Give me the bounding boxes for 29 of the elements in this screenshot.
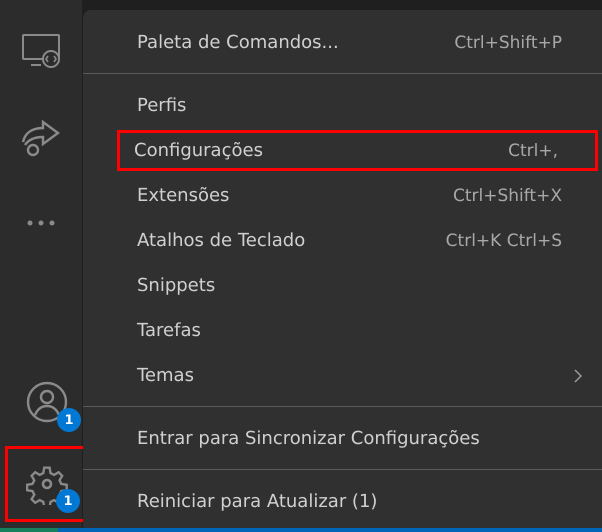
menu-label: Reiniciar para Atualizar (1) [137,491,378,512]
shortcut-label: Ctrl+, [508,140,558,160]
menu-item[interactable]: Perfis [83,83,602,128]
shortcut-label: Ctrl+Shift+P [454,32,562,52]
menu-item[interactable]: Extensões Ctrl+Shift+X [83,173,602,218]
menu-item[interactable]: Entrar para Sincronizar Configurações [83,416,602,461]
chevron-right-icon [574,368,582,382]
menu-item[interactable]: Temas [83,353,602,398]
remote-monitor-icon[interactable] [21,33,61,69]
menu-label: Atalhos de Teclado [137,230,306,251]
menu-item[interactable]: Reiniciar para Atualizar (1) [83,479,602,524]
menu-item[interactable]: Configurações Ctrl+, [117,130,598,171]
notification-badge: 1 [56,489,80,513]
more-icon[interactable] [26,220,56,226]
menu-label: Configurações [134,140,264,161]
menu-item[interactable]: Paleta de Comandos... Ctrl+Shift+P [83,20,602,65]
menu-item[interactable]: Snippets [83,263,602,308]
menu-item[interactable]: Tarefas [83,308,602,353]
menu-label: Snippets [137,275,216,296]
menu-label: Temas [137,365,195,386]
menu-label: Perfis [137,95,188,116]
menu-item[interactable]: Atalhos de Teclado Ctrl+K Ctrl+S [83,218,602,263]
menu-label: Extensões [137,185,230,206]
menu-label: Entrar para Sincronizar Configurações [137,428,481,449]
shortcut-label: Ctrl+Shift+X [452,186,562,206]
shortcut-label: Ctrl+K Ctrl+S [446,230,562,250]
notification-badge: 1 [57,408,81,432]
menu-label: Paleta de Comandos... [137,32,340,53]
menu-label: Tarefas [137,320,202,341]
